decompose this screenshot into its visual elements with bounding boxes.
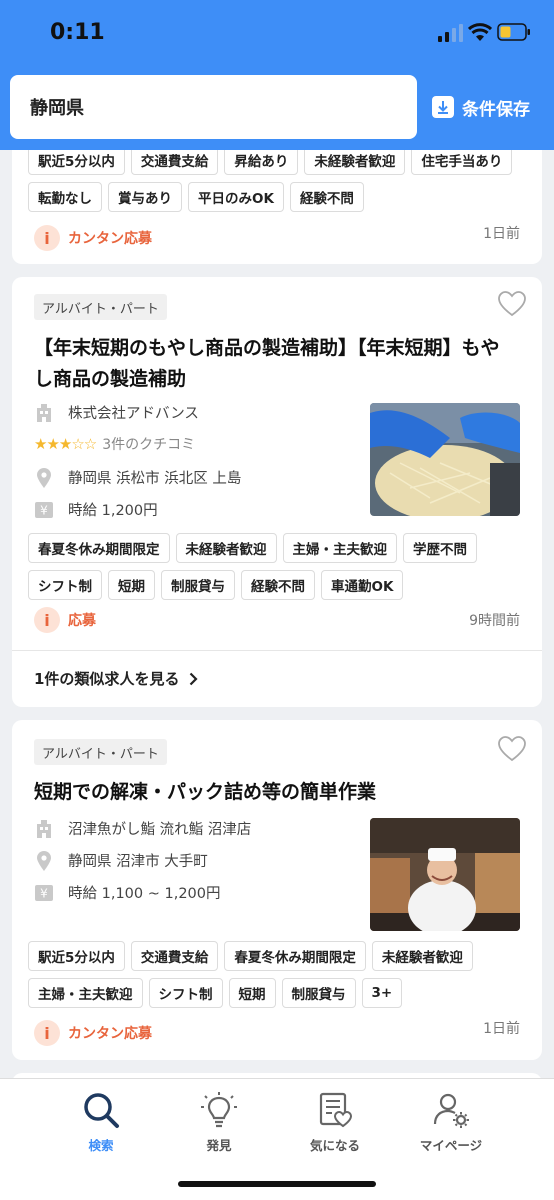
lightbulb-icon bbox=[201, 1092, 237, 1128]
tag: 春夏冬休み期間限定 bbox=[28, 533, 170, 563]
heart-icon[interactable] bbox=[498, 736, 526, 762]
tag: 学歴不問 bbox=[403, 533, 477, 563]
tag: 車通勤OK bbox=[321, 570, 404, 600]
similar-jobs-label: 1件の類似求人を見る bbox=[34, 670, 180, 688]
user-settings-icon bbox=[433, 1093, 469, 1128]
job-title[interactable]: 【年末短期のもやし商品の製造補助】【年末短期】もやし商品の製造補助 bbox=[34, 333, 514, 395]
status-bar: 0:11 bbox=[0, 0, 554, 68]
job-card[interactable]: アルバイト・パート 【年末短期のもやし商品の製造補助】【年末短期】もやし商品の製… bbox=[12, 277, 542, 707]
tag: 制服貸与 bbox=[281, 978, 356, 1008]
search-input-value: 静岡県 bbox=[30, 98, 84, 119]
battery-icon bbox=[497, 23, 530, 41]
search-input[interactable]: 静岡県 bbox=[10, 75, 417, 139]
rating-stars: ★★★☆☆ bbox=[34, 435, 97, 453]
company-name: 株式会社アドバンス bbox=[68, 406, 199, 422]
posted-time: 9時間前 bbox=[469, 613, 520, 629]
heart-icon[interactable] bbox=[498, 291, 526, 317]
wifi-icon bbox=[468, 23, 492, 41]
job-type-badge: アルバイト・パート bbox=[34, 294, 167, 320]
info-icon: i bbox=[34, 1020, 60, 1046]
app-header: 0:11 静岡県 条件保存 bbox=[0, 0, 554, 150]
job-type-badge: アルバイト・パート bbox=[34, 739, 167, 765]
yen-icon: ¥ bbox=[34, 500, 54, 520]
divider bbox=[12, 650, 542, 651]
tag: 春夏冬休み期間限定 bbox=[224, 941, 366, 971]
cellular-signal-icon bbox=[438, 24, 463, 42]
tag: 制服貸与 bbox=[161, 570, 235, 600]
wage-row: ¥ 時給 1,100 ~ 1,200円 bbox=[34, 882, 221, 903]
info-icon: i bbox=[34, 607, 60, 633]
nav-mypage-label: マイページ bbox=[419, 1138, 483, 1153]
tag: 賞与あり bbox=[108, 182, 182, 212]
tag: シフト制 bbox=[28, 570, 102, 600]
svg-text:¥: ¥ bbox=[40, 503, 48, 517]
location-pin-icon bbox=[34, 467, 54, 488]
job-photo bbox=[370, 403, 520, 516]
chevron-right-icon bbox=[190, 672, 199, 685]
tag: 短期 bbox=[108, 570, 155, 600]
location-text: 静岡県 浜松市 浜北区 上島 bbox=[68, 471, 242, 487]
tag-list: 駅近5分以内 交通費支給 春夏冬休み期間限定 未経験者歓迎 主婦・主夫歓迎 シフ… bbox=[28, 941, 528, 1008]
apply-label: 応募 bbox=[68, 613, 96, 629]
company-name: 沼津魚がし鮨 流れ鮨 沼津店 bbox=[68, 822, 252, 838]
wage-text: 時給 1,100 ~ 1,200円 bbox=[68, 886, 221, 902]
posted-time: 1日前 bbox=[483, 226, 520, 242]
tag: 未経験者歓迎 bbox=[175, 533, 277, 563]
posted-time: 1日前 bbox=[483, 1021, 520, 1037]
info-icon: i bbox=[34, 225, 60, 251]
favorite-list-icon bbox=[319, 1092, 353, 1128]
building-icon bbox=[34, 819, 54, 839]
tag: 駅近5分以内 bbox=[28, 941, 125, 971]
rating-row[interactable]: ★★★☆☆ 3件のクチコミ bbox=[34, 434, 195, 454]
tag: 主婦・主夫歓迎 bbox=[28, 978, 143, 1008]
nav-search[interactable]: 検索 bbox=[46, 1091, 156, 1154]
location-text: 静岡県 沼津市 大手町 bbox=[68, 854, 208, 870]
nav-favorites-label: 気になる bbox=[309, 1138, 360, 1153]
save-conditions-label: 条件保存 bbox=[462, 99, 530, 120]
job-title[interactable]: 短期での解凍・パック詰め等の簡単作業 bbox=[34, 777, 514, 808]
location-row: 静岡県 沼津市 大手町 bbox=[34, 850, 208, 871]
tag: 主婦・主夫歓迎 bbox=[282, 533, 397, 563]
tag: 短期 bbox=[228, 978, 276, 1008]
nav-mypage[interactable]: マイページ bbox=[396, 1091, 506, 1154]
status-time: 0:11 bbox=[50, 20, 105, 45]
apply-button[interactable]: i 応募 bbox=[34, 607, 96, 633]
wage-row: ¥ 時給 1,200円 bbox=[34, 499, 158, 520]
job-card[interactable]: アルバイト・パート 短期での解凍・パック詰め等の簡単作業 沼津魚がし鮨 流れ鮨 … bbox=[12, 720, 542, 1060]
tag: シフト制 bbox=[148, 978, 223, 1008]
more-tags-button[interactable]: 3+ bbox=[361, 978, 403, 1008]
job-photo bbox=[370, 818, 520, 931]
company-row: 沼津魚がし鮨 流れ鮨 沼津店 bbox=[34, 818, 251, 839]
easy-apply-button[interactable]: i カンタン応募 bbox=[34, 1020, 152, 1046]
tag: 平日のみOK bbox=[188, 182, 284, 212]
tag-list: 春夏冬休み期間限定 未経験者歓迎 主婦・主夫歓迎 学歴不問 シフト制 短期 制服… bbox=[28, 533, 528, 600]
nav-discover-label: 発見 bbox=[206, 1138, 232, 1153]
home-indicator bbox=[178, 1181, 376, 1187]
tag: 経験不問 bbox=[289, 182, 364, 212]
download-icon bbox=[432, 96, 454, 118]
nav-discover[interactable]: 発見 bbox=[164, 1091, 274, 1154]
tag: 経験不問 bbox=[241, 570, 315, 600]
svg-text:¥: ¥ bbox=[40, 886, 48, 900]
review-count: 3件のクチコミ bbox=[102, 437, 196, 453]
company-row: 株式会社アドバンス bbox=[34, 402, 199, 423]
nav-favorites[interactable]: 気になる bbox=[280, 1091, 390, 1154]
yen-icon: ¥ bbox=[34, 883, 54, 903]
location-row: 静岡県 浜松市 浜北区 上島 bbox=[34, 467, 241, 488]
location-pin-icon bbox=[34, 850, 54, 871]
save-conditions-button[interactable]: 条件保存 bbox=[432, 92, 530, 122]
tag: 転勤なし bbox=[28, 182, 102, 212]
wage-text: 時給 1,200円 bbox=[68, 503, 158, 519]
building-icon bbox=[34, 403, 54, 423]
tag: 未経験者歓迎 bbox=[371, 941, 473, 971]
tag-list: 駅近5分以内 交通費支給 昇給あり 未経験者歓迎 住宅手当あり 転勤なし 賞与あ… bbox=[28, 145, 528, 212]
apply-label: カンタン応募 bbox=[68, 231, 152, 247]
similar-jobs-link[interactable]: 1件の類似求人を見る bbox=[34, 668, 199, 689]
search-icon bbox=[84, 1093, 119, 1128]
tag: 交通費支給 bbox=[130, 941, 219, 971]
nav-search-label: 検索 bbox=[88, 1138, 114, 1153]
easy-apply-button[interactable]: i カンタン応募 bbox=[34, 225, 152, 251]
apply-label: カンタン応募 bbox=[68, 1026, 152, 1042]
